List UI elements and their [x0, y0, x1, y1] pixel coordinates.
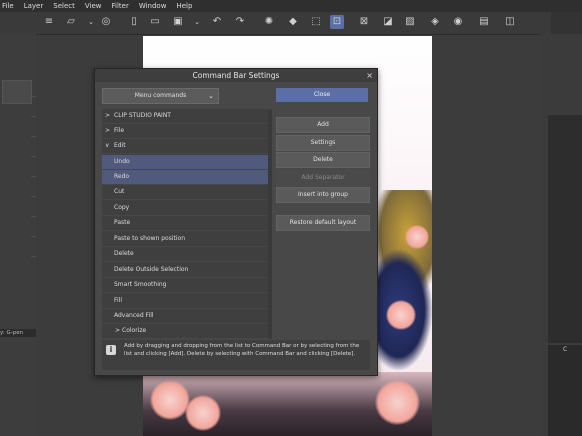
info-icon: i [106, 345, 116, 355]
menu-help[interactable]: Help [171, 0, 197, 12]
info-text: Add by dragging and dropping from the li… [124, 343, 360, 357]
hamburger-icon[interactable]: ≡ [42, 15, 56, 29]
fill-layer-icon[interactable]: ◈ [428, 15, 442, 29]
list-item[interactable]: Redo [102, 170, 268, 185]
select-transform-icon[interactable]: ⊡ [330, 15, 344, 29]
list-item[interactable]: Paste to shown position [102, 232, 268, 247]
brush-item[interactable]: — [0, 174, 36, 184]
dropdown-value: Menu commands [134, 92, 187, 99]
brush-item[interactable]: — [0, 94, 36, 104]
menu-select[interactable]: Select [48, 0, 80, 12]
list-item[interactable]: Smart Smoothing [102, 278, 268, 293]
page-icon[interactable]: ▯ [127, 15, 141, 29]
left-tool-panel: — — — — — — — — — y: G-pen [0, 34, 36, 436]
add-separator-button[interactable]: Add Separator [276, 170, 370, 186]
list-item[interactable]: Delete Outside Selection [102, 263, 268, 278]
brush-item[interactable]: — [0, 254, 36, 264]
list-item[interactable]: Cut [102, 185, 268, 200]
chevron-down-icon[interactable]: ⌄ [190, 15, 204, 29]
list-item[interactable]: > Colorize [102, 324, 268, 339]
list-scrollbar[interactable] [268, 109, 272, 339]
chevron-down-icon: ⌄ [208, 92, 214, 100]
command-bar: ≡ ▱ ⌄ ◎ ▯ ▭ ▣ ⌄ ↶ ↷ ✺ ◆ ⬚ ⊡ ⊠ ◪ ▨ ◈ ◉ ▤ … [0, 12, 582, 35]
chevron-right-icon: > [105, 112, 111, 119]
list-item[interactable]: Undo [102, 155, 268, 170]
crop-icon[interactable]: ⬚ [309, 15, 323, 29]
chevron-down-icon: ∨ [105, 142, 110, 149]
chevron-right-icon: > [105, 127, 111, 134]
add-button[interactable]: Add [276, 117, 370, 133]
flower-petal [375, 380, 420, 425]
brush-item[interactable]: — [0, 114, 36, 124]
layer-list-area [548, 115, 582, 343]
redo-icon[interactable]: ↷ [233, 15, 247, 29]
chevron-right-icon: > [115, 327, 121, 334]
settings-icon[interactable]: ◫ [503, 15, 517, 29]
tool-property-label: y: G-pen [0, 329, 36, 337]
chevron-down-icon[interactable]: ⌄ [84, 15, 98, 29]
info-box: i Add by dragging and dropping from the … [102, 340, 370, 370]
list-item[interactable]: > CLIP STUDIO PAINT [102, 109, 268, 124]
list-item[interactable]: Fill [102, 294, 268, 309]
brush-item[interactable]: — [0, 234, 36, 244]
menu-bar: File Layer Select View Filter Window Hel… [0, 0, 582, 12]
menu-window[interactable]: Window [134, 0, 172, 12]
note-icon[interactable]: ◉ [451, 15, 465, 29]
list-item[interactable]: Copy [102, 201, 268, 216]
list-item[interactable]: Paste [102, 216, 268, 231]
brush-item[interactable]: — [0, 214, 36, 224]
command-bar-settings-dialog: Command Bar Settings × Menu commands ⌄ C… [94, 68, 378, 376]
command-category-dropdown[interactable]: Menu commands ⌄ [102, 88, 219, 104]
save-icon[interactable]: ▣ [171, 15, 185, 29]
settings-button[interactable]: Settings [276, 135, 370, 151]
insert-into-group-button[interactable]: Insert into group [276, 187, 370, 203]
undo-icon[interactable]: ↶ [210, 15, 224, 29]
clip-studio-icon[interactable]: ◎ [99, 15, 113, 29]
flower-petal [185, 395, 221, 431]
color-panel-label: C [563, 346, 568, 353]
list-item[interactable]: Delete [102, 247, 268, 262]
lasso-icon[interactable]: ✺ [262, 15, 276, 29]
toolbar-right-area [551, 12, 582, 34]
list-item[interactable]: > File [102, 124, 268, 139]
dialog-title: Command Bar Settings [95, 69, 377, 82]
brush-item[interactable]: — [0, 154, 36, 164]
flower-petal [405, 225, 429, 249]
clear-icon[interactable]: ▨ [403, 15, 417, 29]
brush-item[interactable]: — [0, 134, 36, 144]
deselect-icon[interactable]: ⊠ [357, 15, 371, 29]
flower-petal [386, 300, 416, 330]
invert-icon[interactable]: ◪ [381, 15, 395, 29]
list-item[interactable]: Advanced Fill [102, 309, 268, 324]
menu-file[interactable]: File [0, 0, 19, 12]
flower-petal [150, 380, 190, 420]
close-button[interactable]: Close [276, 88, 368, 102]
fill-icon[interactable]: ◆ [286, 15, 300, 29]
close-icon[interactable]: × [366, 69, 373, 82]
menu-view[interactable]: View [80, 0, 107, 12]
restore-default-layout-button[interactable]: Restore default layout [276, 215, 370, 231]
folder-icon[interactable]: ▭ [148, 15, 162, 29]
command-list[interactable]: > CLIP STUDIO PAINT > File ∨ Edit Undo Redo… [102, 109, 268, 339]
color-panel-area [548, 345, 582, 436]
new-file-icon[interactable]: ▱ [64, 15, 78, 29]
note2-icon[interactable]: ▤ [477, 15, 491, 29]
menu-filter[interactable]: Filter [106, 0, 133, 12]
delete-button[interactable]: Delete [276, 152, 370, 168]
list-item[interactable]: ∨ Edit [102, 139, 268, 154]
brush-item[interactable]: — [0, 194, 36, 204]
menu-layer[interactable]: Layer [19, 0, 49, 12]
